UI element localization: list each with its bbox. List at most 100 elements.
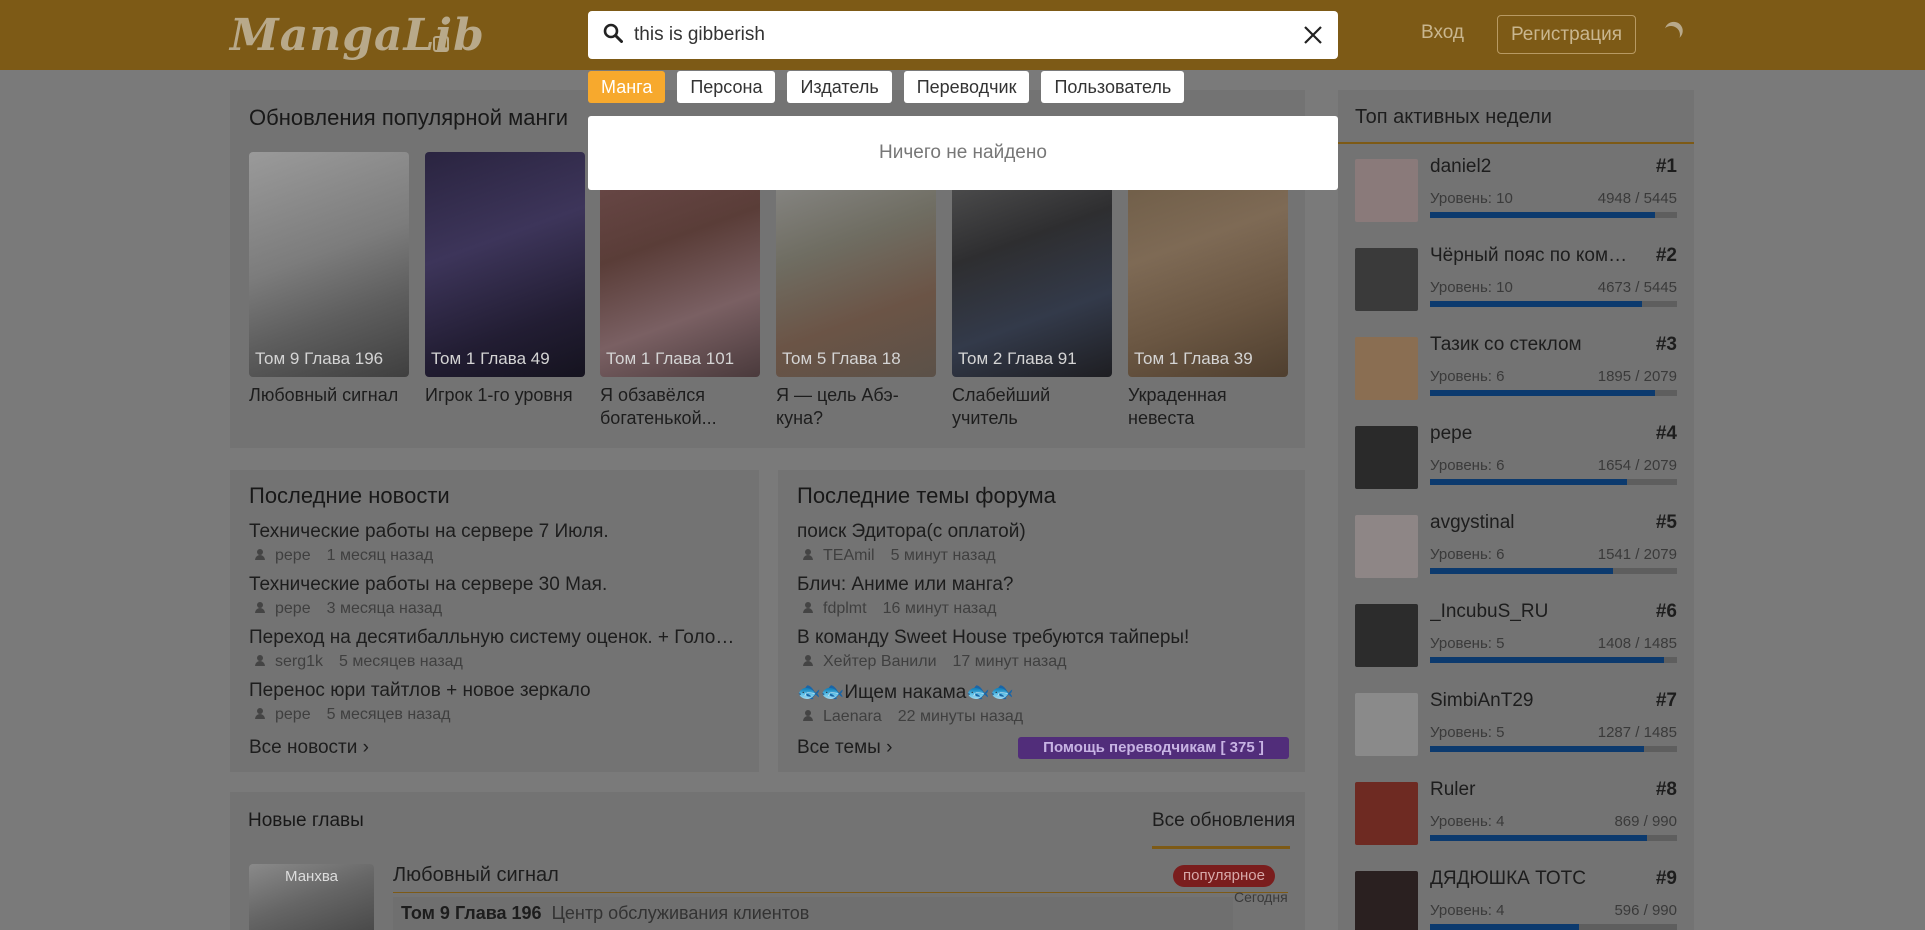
- search-results: Ничего не найдено: [588, 116, 1338, 190]
- avatar: [1355, 693, 1418, 756]
- news-author[interactable]: pepe: [275, 600, 311, 617]
- chapter-row[interactable]: Том 9 Глава 196 Центр обслуживания клиент…: [393, 897, 1233, 930]
- manga-chapter: Том 1 Глава 101: [606, 349, 735, 368]
- news-time: 1 месяц назад: [326, 547, 434, 564]
- top-user-name: daniel2: [1430, 156, 1492, 177]
- filter-tab-manga[interactable]: Манга: [588, 71, 666, 103]
- forum-item[interactable]: 🐟🐟Ищем накама🐟🐟 Laenara 22 минуты назад: [797, 680, 1287, 726]
- top-user-rank: #5: [1655, 512, 1677, 533]
- chapter-cover[interactable]: Манхва: [249, 864, 374, 930]
- search-box: [588, 11, 1338, 59]
- top-user-level: Уровень: 5: [1430, 635, 1505, 652]
- news-item-title: Переход на десятибалльную систему оценок…: [249, 627, 739, 648]
- top-user-level: Уровень: 4: [1430, 813, 1505, 830]
- top-user-item[interactable]: Ruler #8 Уровень: 4 869 / 990: [1355, 779, 1677, 845]
- news-item-meta: pepe 3 месяца назад: [249, 600, 739, 618]
- user-icon: [255, 602, 265, 613]
- forum-author[interactable]: Laenara: [823, 708, 882, 725]
- forum-author[interactable]: fdplmt: [823, 600, 867, 617]
- forum-item[interactable]: поиск Эдитора(с оплатой) TEAmil 5 минут н…: [797, 521, 1287, 565]
- news-item[interactable]: Перенос юри тайтлов + новое зеркало pepe…: [249, 680, 739, 724]
- manga-card[interactable]: Том 1 Глава 39 Украденная невеста: [1128, 152, 1288, 430]
- top-user-xp: 1654 / 2079: [1597, 457, 1677, 474]
- filter-tab-translator[interactable]: Переводчик: [903, 71, 1030, 103]
- news-author[interactable]: serg1k: [275, 653, 323, 670]
- avatar: [1355, 604, 1418, 667]
- forum-item[interactable]: В команду Sweet House требуются тайперы!…: [797, 627, 1287, 671]
- forum-item[interactable]: Блич: Аниме или манга? fdplmt 16 минут на…: [797, 574, 1287, 618]
- top-user-xp: 1895 / 2079: [1597, 368, 1677, 385]
- dark-mode-icon[interactable]: [1659, 23, 1682, 46]
- avatar: [1355, 871, 1418, 930]
- chapter-manga-title[interactable]: Любовный сигнал: [393, 864, 559, 887]
- top-user-item[interactable]: pepe #4 Уровень: 6 1654 / 2079: [1355, 423, 1677, 489]
- news-item[interactable]: Переход на десятибалльную систему оценок…: [249, 627, 739, 671]
- news-time: 3 месяца назад: [326, 600, 443, 617]
- top-user-item[interactable]: avgystinal #5 Уровень: 6 1541 / 2079: [1355, 512, 1677, 578]
- chevron-right-icon: ›: [886, 737, 893, 758]
- manga-card[interactable]: Том 1 Глава 49 Игрок 1-го уровня: [425, 152, 585, 407]
- top-user-level: Уровень: 6: [1430, 457, 1505, 474]
- top-user-level: Уровень: 10: [1430, 279, 1513, 296]
- xp-progress-fill: [1430, 568, 1614, 574]
- news-author[interactable]: pepe: [275, 547, 311, 564]
- forum-time: 17 минут назад: [952, 653, 1067, 670]
- xp-progress-fill: [1430, 479, 1627, 485]
- xp-progress-fill: [1430, 835, 1647, 841]
- updates-title: Обновления популярной манги: [249, 105, 568, 130]
- filter-tab-person[interactable]: Персона: [677, 71, 776, 103]
- manga-cover: Том 9 Глава 196: [249, 152, 409, 377]
- manga-card[interactable]: Том 9 Глава 196 Любовный сигнал: [249, 152, 409, 407]
- top-user-item[interactable]: daniel2 #1 Уровень: 10 4948 / 5445: [1355, 156, 1677, 222]
- close-icon[interactable]: [1301, 23, 1325, 47]
- top-user-rank: #7: [1655, 690, 1677, 711]
- news-title: Последние новости: [249, 483, 450, 508]
- xp-progress-fill: [1430, 212, 1655, 218]
- filter-tab-user[interactable]: Пользователь: [1041, 71, 1185, 103]
- forum-item-title: 🐟🐟Ищем накама🐟🐟: [797, 682, 1014, 703]
- register-button[interactable]: Регистрация: [1497, 15, 1636, 54]
- news-item[interactable]: Технические работы на сервере 7 Июля. pe…: [249, 521, 739, 565]
- news-panel: [230, 470, 759, 772]
- forum-author[interactable]: TEAmil: [823, 547, 875, 564]
- news-author[interactable]: pepe: [275, 706, 311, 723]
- news-item-meta: pepe 5 месяцев назад: [249, 706, 739, 724]
- top-user-item[interactable]: _IncubuS_RU #6 Уровень: 5 1408 / 1485: [1355, 601, 1677, 667]
- manga-card[interactable]: Том 5 Глава 18 Я — цель Абэ-куна?: [776, 152, 936, 430]
- top-user-name: _IncubuS_RU: [1430, 601, 1549, 622]
- top-user-rank: #3: [1655, 334, 1677, 355]
- manga-title: Я — цель Абэ-куна?: [776, 385, 899, 428]
- avatar: [1355, 515, 1418, 578]
- top-user-item[interactable]: Тазик со стеклом #3 Уровень: 6 1895 / 2079: [1355, 334, 1677, 400]
- user-icon: [255, 708, 265, 719]
- user-icon: [803, 549, 813, 560]
- chapter-type: Манхва: [285, 868, 338, 885]
- menu-dropdown-icon[interactable]: [433, 36, 449, 52]
- forum-item-title: поиск Эдитора(с оплатой): [797, 521, 1026, 542]
- manga-card[interactable]: Том 2 Глава 91 Слабейший учитель: [952, 152, 1112, 430]
- chapter-time: Сегодня: [1234, 889, 1288, 905]
- translator-help-button[interactable]: Помощь переводчикам [ 375 ]: [1018, 737, 1289, 759]
- top-user-item[interactable]: ДЯДЮШКА ТОТС #9 Уровень: 4 596 / 990: [1355, 868, 1677, 930]
- news-item[interactable]: Технические работы на сервере 30 Мая. pe…: [249, 574, 739, 618]
- xp-progress-fill: [1430, 657, 1665, 663]
- search-input[interactable]: [634, 11, 1274, 59]
- manga-cover: Том 1 Глава 49: [425, 152, 585, 377]
- news-item-title: Технические работы на сервере 30 Мая.: [249, 574, 608, 595]
- all-topics-label: Все темы: [797, 737, 881, 758]
- all-news-link[interactable]: Все новости ›: [249, 737, 369, 759]
- all-topics-link[interactable]: Все темы ›: [797, 737, 892, 759]
- news-time: 5 месяцев назад: [326, 706, 451, 723]
- login-link[interactable]: Вход: [1421, 22, 1464, 44]
- user-icon: [803, 602, 813, 613]
- filter-tab-publisher[interactable]: Издатель: [787, 71, 892, 103]
- top-users-underline: [1338, 142, 1694, 144]
- top-user-item[interactable]: SimbiAnT29 #7 Уровень: 5 1287 / 1485: [1355, 690, 1677, 756]
- manga-card[interactable]: Том 1 Глава 101 Я обзавёлся богатенькой.…: [600, 152, 760, 430]
- top-user-xp: 869 / 990: [1614, 813, 1677, 830]
- forum-author[interactable]: Хейтер Ванили: [823, 653, 937, 670]
- all-updates-tab[interactable]: Все обновления: [1152, 810, 1295, 832]
- top-user-item[interactable]: Чёрный пояс по коммуникации #2 Уровень: 10…: [1355, 245, 1677, 311]
- popular-badge: популярное: [1173, 865, 1275, 887]
- manga-title: Любовный сигнал: [249, 385, 399, 405]
